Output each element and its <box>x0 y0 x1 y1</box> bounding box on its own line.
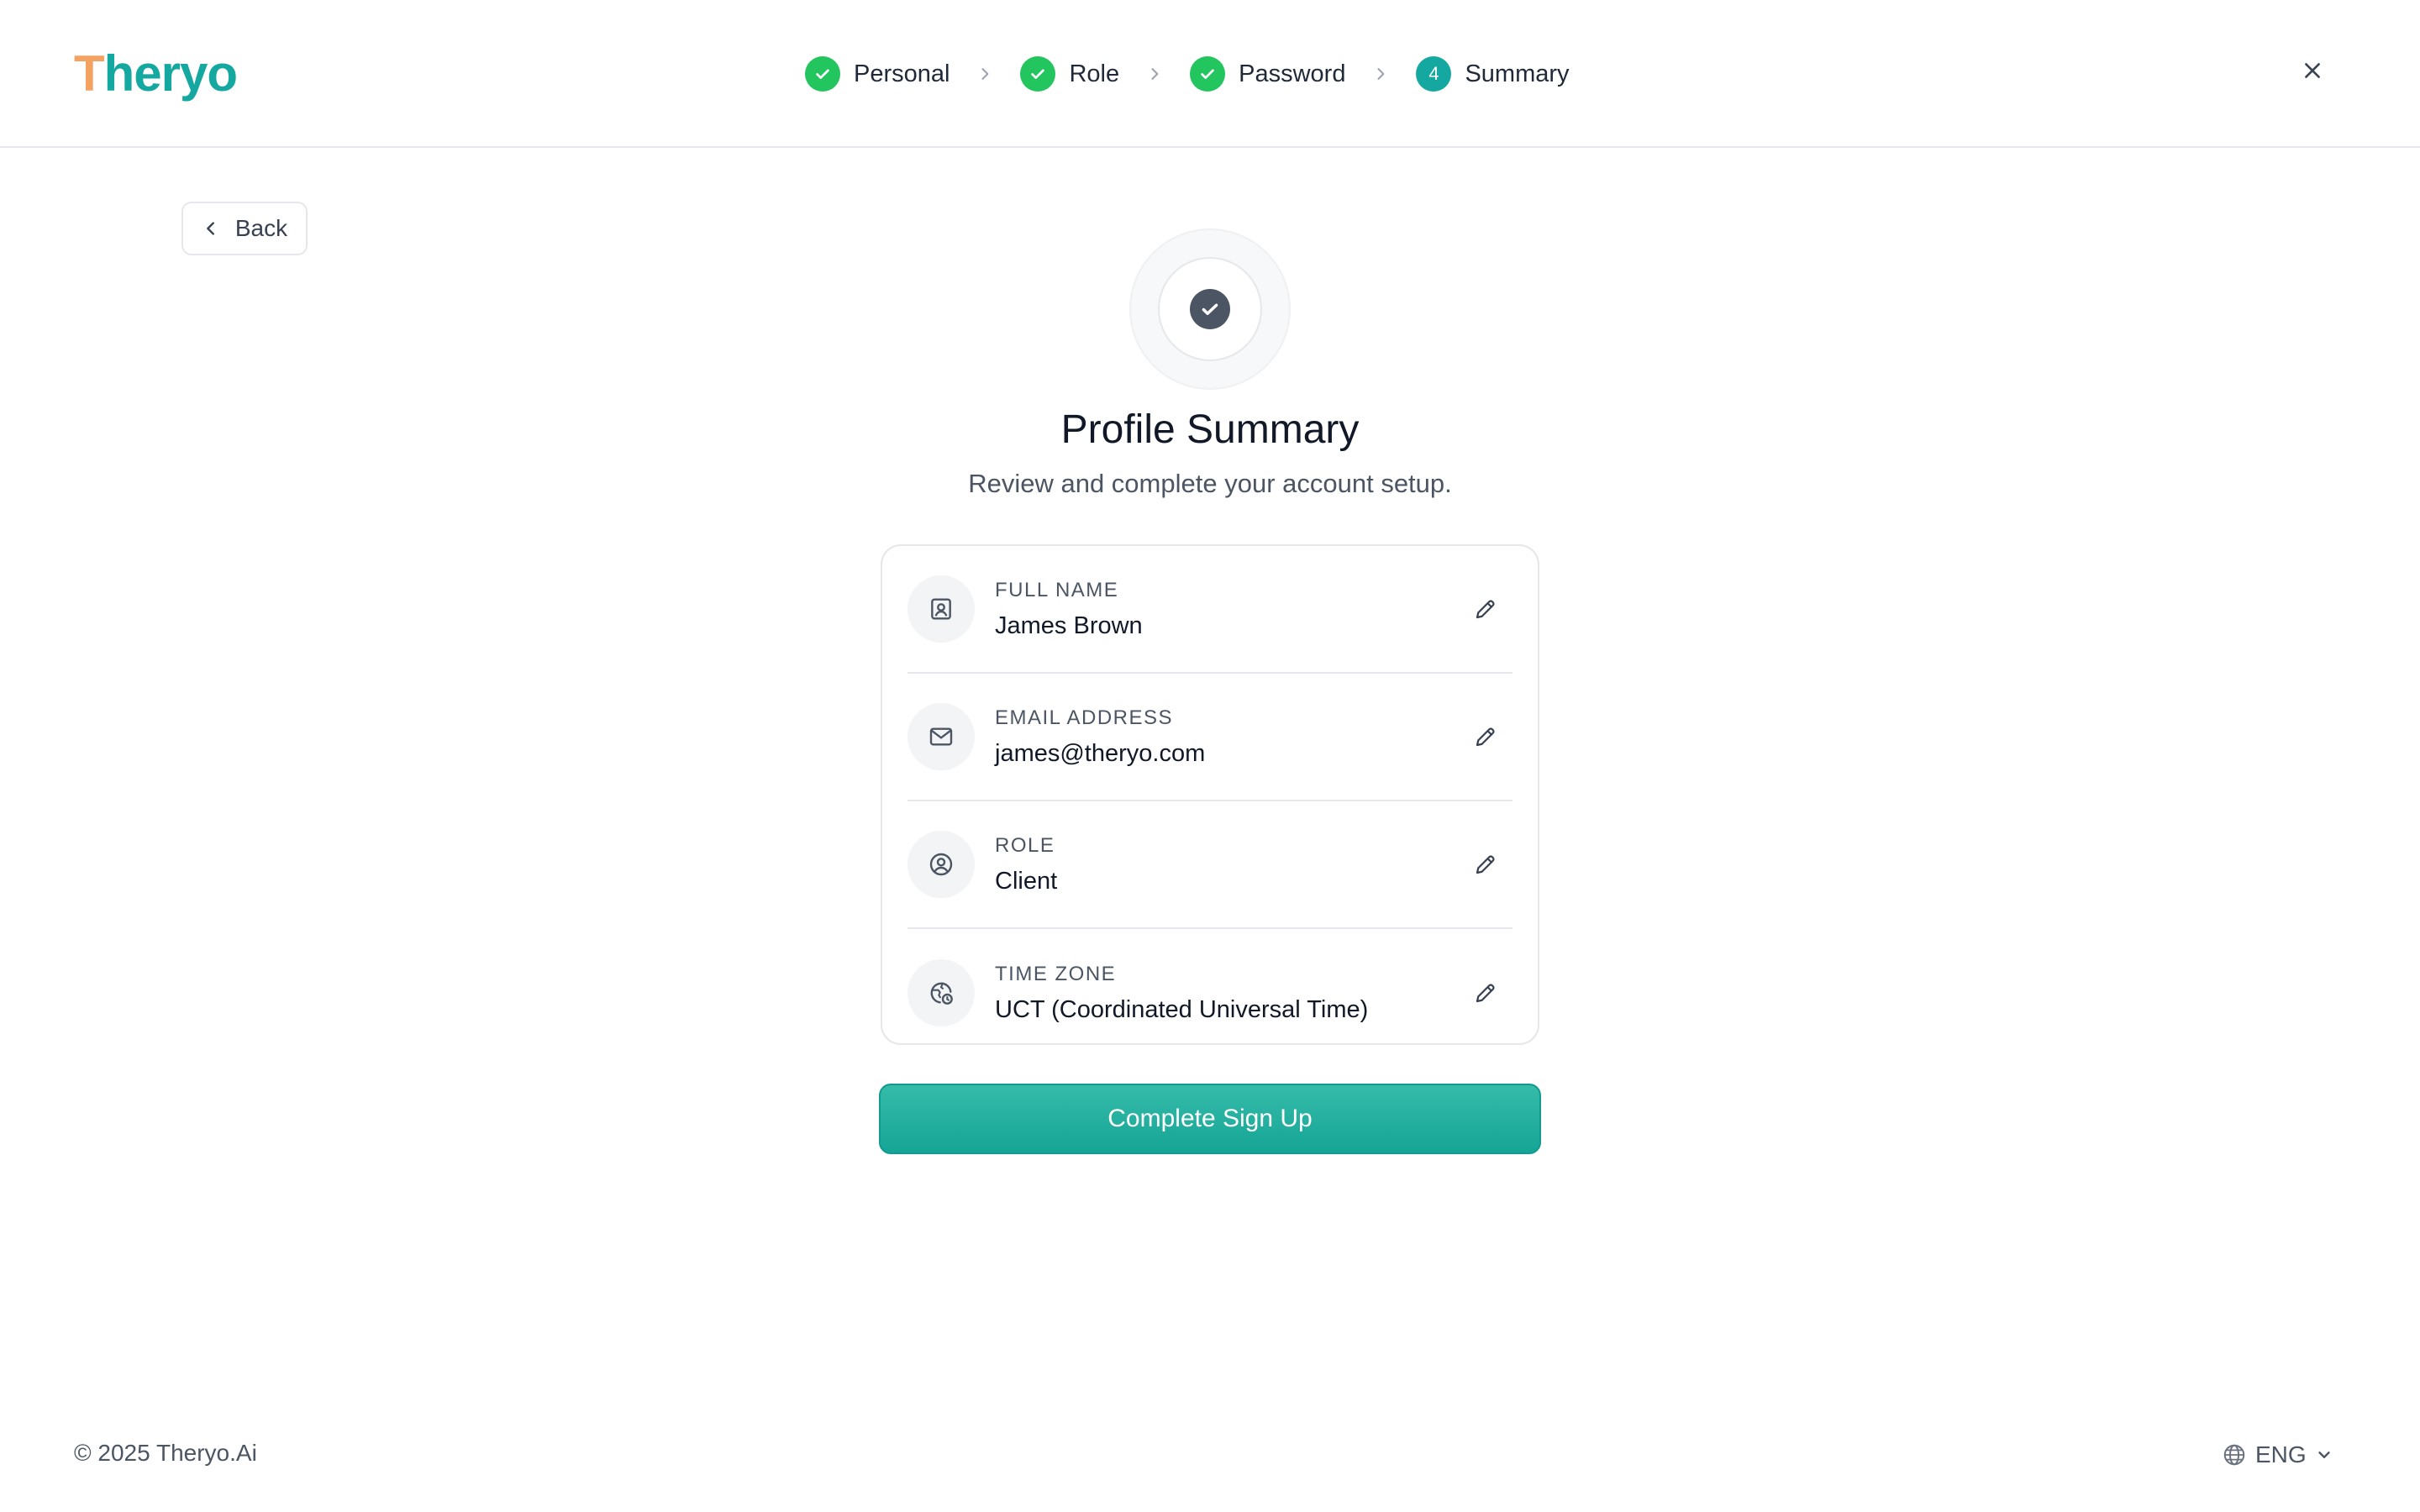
summary-row-text: ROLE Client <box>995 834 1465 895</box>
chevron-right-icon <box>1345 66 1416 82</box>
chevron-right-icon <box>950 66 1020 82</box>
field-label: TIME ZONE <box>995 962 1117 985</box>
field-value: James Brown <box>995 612 1143 639</box>
pencil-icon <box>1476 855 1495 874</box>
step-number-badge: 4 <box>1416 56 1452 92</box>
edit-role-button[interactable] <box>1465 844 1506 885</box>
check-icon <box>805 56 840 92</box>
step-label: Personal <box>854 60 950 87</box>
check-icon <box>1020 56 1056 92</box>
step-role[interactable]: Role <box>1020 50 1119 97</box>
user-circle-icon <box>908 831 975 898</box>
back-label: Back <box>234 215 288 241</box>
summary-row-text: FULL NAME James Brown <box>995 579 1465 640</box>
page-subtitle: Review and complete your account setup. <box>968 469 1452 498</box>
profile-summary-card: FULL NAME James Brown EMAIL ADDRESS jame… <box>881 544 1539 1045</box>
globe-clock-icon <box>908 959 975 1026</box>
field-label: FULL NAME <box>995 578 1119 601</box>
field-value: UCT (Coordinated Universal Time) <box>995 995 1369 1023</box>
summary-row-role: ROLE Client <box>908 801 1512 929</box>
edit-email-button[interactable] <box>1465 717 1506 757</box>
summary-row-text: TIME ZONE UCT (Coordinated Universal Tim… <box>995 963 1465 1024</box>
step-password[interactable]: Password <box>1190 50 1345 97</box>
summary-row-email: EMAIL ADDRESS james@theryo.com <box>908 674 1512 801</box>
step-label: Password <box>1239 60 1346 87</box>
check-icon <box>1190 56 1226 92</box>
language-label: ENG <box>2255 1441 2307 1467</box>
signup-summary-page: Theryo Personal Role Password 4 Summary … <box>0 0 2420 1512</box>
completion-badge-inner <box>1158 257 1262 361</box>
pencil-icon <box>1476 984 1495 1003</box>
step-summary[interactable]: 4 Summary <box>1416 50 1570 97</box>
globe-icon <box>2223 1444 2245 1466</box>
completion-badge <box>1129 228 1291 390</box>
signup-stepper: Personal Role Password 4 Summary <box>805 50 1570 97</box>
top-bar: Theryo Personal Role Password 4 Summary <box>0 0 2420 148</box>
copyright-text: © 2025 Theryo.Ai <box>74 1440 257 1466</box>
field-value: james@theryo.com <box>995 739 1206 767</box>
theryo-logo[interactable]: Theryo <box>74 42 238 106</box>
pencil-icon <box>1476 600 1495 619</box>
edit-full-name-button[interactable] <box>1465 589 1506 629</box>
step-label: Summary <box>1465 60 1570 87</box>
field-value: Client <box>995 867 1058 895</box>
close-button[interactable] <box>2296 54 2329 87</box>
summary-row-time-zone: TIME ZONE UCT (Coordinated Universal Tim… <box>908 929 1512 1057</box>
page-title: Profile Summary <box>1060 407 1360 452</box>
summary-row-text: EMAIL ADDRESS james@theryo.com <box>995 706 1465 768</box>
language-selector[interactable]: ENG <box>2222 1438 2333 1472</box>
chevron-left-icon <box>207 222 214 235</box>
complete-sign-up-button[interactable]: Complete Sign Up <box>879 1084 1541 1154</box>
close-icon <box>2305 63 2320 78</box>
chevron-right-icon <box>1119 66 1190 82</box>
edit-time-zone-button[interactable] <box>1465 973 1506 1013</box>
back-button[interactable]: Back <box>182 202 308 255</box>
summary-row-full-name: FULL NAME James Brown <box>908 546 1512 674</box>
id-badge-icon <box>908 575 975 643</box>
field-label: ROLE <box>995 833 1055 857</box>
step-label: Role <box>1069 60 1120 87</box>
pencil-icon <box>1476 727 1495 747</box>
mail-icon <box>908 703 975 770</box>
step-personal[interactable]: Personal <box>805 50 950 97</box>
field-label: EMAIL ADDRESS <box>995 706 1174 729</box>
check-circle-icon <box>1190 289 1230 329</box>
chevron-down-icon <box>2317 1452 2330 1458</box>
